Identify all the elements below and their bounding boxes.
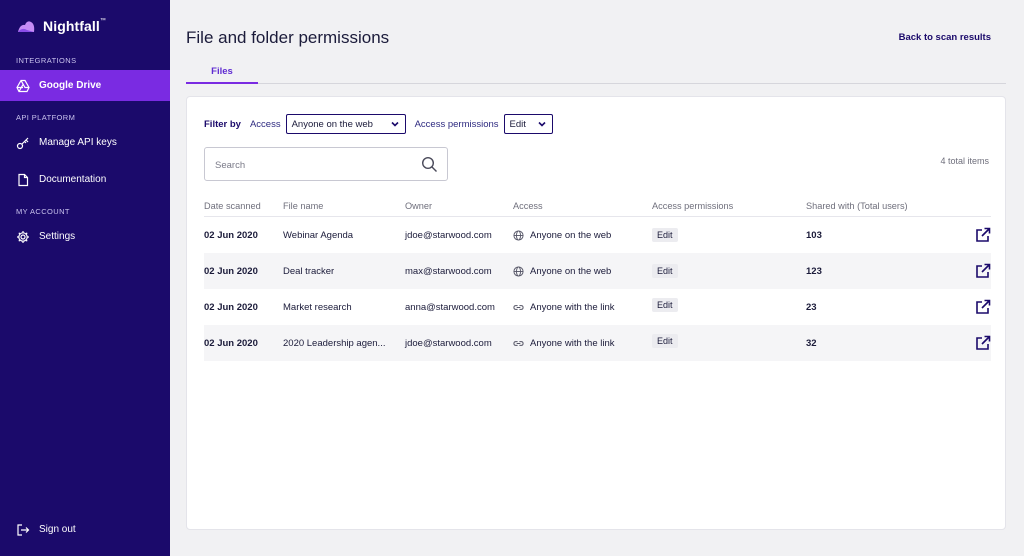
chevron-down-icon [537, 121, 546, 127]
back-to-scan-results-link[interactable]: Back to scan results [899, 32, 991, 43]
cell-date: 02 Jun 2020 [204, 265, 258, 277]
cell-access: Anyone with the link [513, 302, 652, 313]
external-link-icon[interactable] [975, 299, 991, 315]
column-header-file-name[interactable]: File name [283, 201, 405, 211]
sidebar-item-google-drive[interactable]: Google Drive [0, 70, 170, 101]
cell-access: Anyone with the link [513, 338, 652, 349]
access-filter-label: Access [249, 118, 281, 130]
sidebar-item-label: Settings [39, 231, 76, 242]
cell-date: 02 Jun 2020 [204, 301, 258, 313]
column-header-date[interactable]: Date scanned [204, 201, 283, 211]
table-row[interactable]: 02 Jun 2020 Webinar Agenda jdoe@starwood… [204, 217, 991, 253]
cell-permission: Edit [652, 228, 806, 242]
search-box[interactable] [204, 147, 448, 181]
cell-permission: Edit [652, 298, 806, 314]
cell-date: 02 Jun 2020 [204, 229, 258, 241]
permission-badge: Edit [652, 264, 678, 278]
cell-access: Anyone on the web [513, 230, 652, 241]
key-icon [16, 136, 30, 150]
cell-access: Anyone on the web [513, 266, 652, 277]
sidebar-item-label: Documentation [39, 174, 107, 185]
files-card: Filter by Access Anyone on the web Acces… [186, 96, 1006, 530]
table-row[interactable]: 02 Jun 2020 Deal tracker max@starwood.co… [204, 253, 991, 289]
cell-file-name: Deal tracker [283, 265, 335, 277]
permissions-filter-label: Access permissions [414, 118, 499, 130]
access-filter-value: Anyone on the web [291, 118, 373, 130]
sidebar-item-sign-out[interactable]: Sign out [0, 514, 170, 545]
cell-owner: jdoe@starwood.com [405, 337, 492, 349]
cell-date: 02 Jun 2020 [204, 337, 258, 349]
cell-file-name: Webinar Agenda [283, 229, 354, 241]
search-input[interactable] [215, 157, 405, 173]
cell-permission: Edit [652, 264, 806, 278]
column-header-access[interactable]: Access [513, 201, 652, 211]
gear-icon [16, 230, 30, 244]
google-drive-icon [16, 79, 30, 93]
external-link-icon[interactable] [975, 263, 991, 279]
cell-file-name: 2020 Leadership agen... [283, 337, 386, 349]
cell-open [956, 335, 991, 351]
cell-owner: max@starwood.com [405, 265, 492, 277]
table-row[interactable]: 02 Jun 2020 Market research anna@starwoo… [204, 289, 991, 325]
cell-file-name: Market research [283, 301, 352, 313]
section-label-api-platform: API PLATFORM [16, 113, 76, 122]
search-icon[interactable] [421, 156, 438, 173]
brand-name: Nightfall™ [43, 18, 107, 34]
cell-shared-with: 32 [806, 337, 817, 349]
permission-badge: Edit [652, 298, 678, 312]
section-label-my-account: MY ACCOUNT [16, 207, 70, 216]
cell-shared-with: 23 [806, 301, 817, 313]
cell-open [956, 299, 991, 315]
link-icon [513, 340, 524, 346]
permission-badge: Edit [652, 228, 678, 242]
document-icon [16, 173, 30, 187]
permission-badge: Edit [652, 334, 678, 348]
sidebar-item-settings[interactable]: Settings [0, 221, 170, 252]
sign-out-icon [16, 523, 30, 537]
tab-files[interactable]: Files [186, 60, 258, 84]
section-label-integrations: INTEGRATIONS [16, 56, 77, 65]
cell-open [956, 227, 991, 243]
sidebar-item-manage-api-keys[interactable]: Manage API keys [0, 127, 170, 158]
sidebar: Nightfall™ INTEGRATIONS Google Drive API… [0, 0, 170, 556]
chevron-down-icon [391, 121, 399, 127]
tab-bar: Files [186, 60, 1006, 84]
filter-bar: Filter by Access Anyone on the web Acces… [204, 114, 562, 134]
globe-icon [513, 229, 524, 241]
external-link-icon[interactable] [975, 335, 991, 351]
permissions-table: Date scanned File name Owner Access Acce… [204, 195, 991, 361]
link-icon [513, 304, 524, 310]
sidebar-item-documentation[interactable]: Documentation [0, 164, 170, 195]
cell-owner: jdoe@starwood.com [405, 229, 492, 241]
access-filter-select[interactable]: Anyone on the web [285, 114, 406, 134]
column-header-shared-with[interactable]: Shared with (Total users) [806, 201, 956, 211]
total-items-count: 4 total items [940, 156, 989, 166]
permissions-filter-value: Edit [509, 118, 526, 130]
cell-shared-with: 103 [806, 229, 822, 241]
column-header-owner[interactable]: Owner [405, 201, 513, 211]
external-link-icon[interactable] [975, 227, 991, 243]
sidebar-item-label: Manage API keys [39, 137, 117, 148]
cell-owner: anna@starwood.com [405, 301, 495, 313]
filter-by-label: Filter by [204, 118, 241, 130]
page-title: File and folder permissions [186, 28, 390, 47]
column-header-access-permissions[interactable]: Access permissions [652, 201, 806, 211]
table-header: Date scanned File name Owner Access Acce… [204, 195, 991, 217]
sidebar-item-label: Sign out [39, 524, 76, 535]
globe-icon [513, 265, 524, 277]
brand[interactable]: Nightfall™ [16, 18, 106, 34]
table-row[interactable]: 02 Jun 2020 2020 Leadership agen... jdoe… [204, 325, 991, 361]
cell-permission: Edit [652, 334, 806, 350]
cell-open [956, 263, 991, 279]
cell-shared-with: 123 [806, 265, 822, 277]
sidebar-item-label: Google Drive [39, 80, 102, 91]
permissions-filter-select[interactable]: Edit [503, 114, 553, 134]
nightfall-logo-icon [18, 21, 35, 32]
